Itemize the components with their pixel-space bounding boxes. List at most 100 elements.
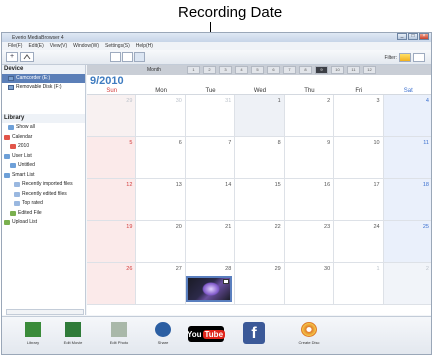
filter-controls: Filter: — [385, 53, 425, 62]
calendar-day-cell[interactable]: 19 — [87, 221, 137, 263]
maximize-button[interactable]: □ — [408, 33, 418, 40]
window-controls: _ □ × — [397, 33, 429, 40]
tool-icon[interactable] — [20, 52, 34, 62]
month-cell[interactable]: 2 — [203, 66, 216, 74]
month-cell[interactable]: 9 — [315, 66, 328, 74]
grid-view-icon[interactable] — [110, 52, 121, 62]
calendar-day-cell[interactable]: 8 — [235, 137, 285, 179]
library-item[interactable]: 2010 — [2, 142, 85, 152]
library-tree: Show all Calendar 2010 User List Untitled Sma… — [2, 123, 85, 228]
calendar-day-cell[interactable]: 9 — [284, 137, 335, 179]
month-cell[interactable]: 12 — [363, 66, 376, 74]
edit-movie-action[interactable]: Edit Movie — [56, 320, 90, 354]
month-cell[interactable]: 8 — [299, 66, 312, 74]
menu-help[interactable]: Help(H) — [136, 43, 153, 49]
list-view-icon[interactable] — [122, 52, 133, 62]
library-item[interactable]: Untitled — [2, 161, 85, 171]
calendar-day-cell[interactable]: 16 — [284, 179, 335, 221]
app-window: Everio MediaBrowser 4 _ □ × File(F) Edit… — [1, 32, 432, 355]
calendar-day-cell[interactable]: 6 — [136, 137, 186, 179]
library-item[interactable]: User List — [2, 152, 85, 162]
device-removable-disk[interactable]: Removable Disk (F:) — [2, 83, 85, 92]
calendar-day-cell[interactable]: 20 — [136, 221, 186, 263]
youtube-upload-button[interactable]: You Tube — [187, 326, 226, 342]
calendar-day-cell[interactable]: 17 — [334, 179, 384, 221]
calendar-day-cell[interactable]: 1 — [235, 95, 285, 137]
library-item[interactable]: Recently edited files — [2, 190, 85, 200]
weekday-label: Sun — [106, 88, 118, 94]
library-item[interactable]: Smart List — [2, 171, 85, 181]
library-item[interactable]: Recently imported files — [2, 180, 85, 190]
share-action[interactable]: Share — [146, 320, 180, 354]
menu-settings[interactable]: Settings(S) — [105, 43, 130, 49]
day-number: 26 — [126, 266, 133, 272]
calendar-day-cell[interactable]: 22 — [235, 221, 285, 263]
calendar-day-cell[interactable]: 2 — [284, 95, 335, 137]
month-cell[interactable]: 11 — [347, 66, 360, 74]
calendar-day-cell[interactable]: 21 — [185, 221, 236, 263]
library-item[interactable]: Top rated — [2, 199, 85, 209]
calendar-day-cell[interactable]: 18 — [383, 179, 431, 221]
menu-window[interactable]: Window(W) — [73, 43, 99, 49]
month-cell[interactable]: 3 — [219, 66, 232, 74]
calendar-day-cell[interactable]: 24 — [334, 221, 384, 263]
month-cell[interactable]: 6 — [267, 66, 280, 74]
calendar-day-cell[interactable]: 15 — [235, 179, 285, 221]
menu-edit[interactable]: Edit(E) — [28, 43, 43, 49]
month-cell[interactable]: 4 — [235, 66, 248, 74]
library-item[interactable]: Show all — [2, 123, 85, 133]
calendar-day-cell[interactable]: 4 — [383, 95, 431, 137]
calendar-day-cell[interactable]: 29 — [87, 95, 137, 137]
calendar-day-cell[interactable]: 28 — [185, 263, 236, 305]
calendar-day-cell[interactable]: 12 — [87, 179, 137, 221]
library-item[interactable]: Upload List — [2, 218, 85, 228]
library-item[interactable]: Edited File — [2, 209, 85, 219]
calendar-day-cell[interactable]: 11 — [383, 137, 431, 179]
calendar-day-cell[interactable]: 25 — [383, 221, 431, 263]
edit-photo-action[interactable]: Edit Photo — [102, 320, 136, 354]
folder-icon — [4, 153, 10, 159]
share-icon — [155, 322, 171, 337]
day-number: 29 — [274, 266, 281, 272]
create-disc-action[interactable]: Create Disc — [292, 320, 326, 354]
calendar-pane: Month 1 2 3 4 5 6 7 8 9 10 11 12 9/2010 Sun Mon Tue We… — [87, 65, 431, 315]
calendar-day-cell[interactable]: 10 — [334, 137, 384, 179]
calendar-day-cell[interactable]: 3 — [334, 95, 384, 137]
device-camcorder[interactable]: Camcorder (E:) — [2, 74, 85, 83]
calendar-day-cell[interactable]: 1 — [334, 263, 384, 305]
video-thumbnail[interactable] — [185, 276, 232, 302]
month-cell[interactable]: 5 — [251, 66, 264, 74]
filter-type-icon[interactable] — [413, 53, 425, 62]
month-cell[interactable]: 1 — [187, 66, 200, 74]
close-button[interactable]: × — [419, 33, 429, 40]
calendar-day-cell[interactable]: 7 — [185, 137, 236, 179]
month-cell[interactable]: 7 — [283, 66, 296, 74]
view-mode-label[interactable]: Month — [147, 66, 167, 74]
calendar-day-cell[interactable]: 29 — [235, 263, 285, 305]
calendar-view-icon[interactable] — [134, 52, 145, 62]
weekday-label: Thu — [304, 88, 315, 94]
day-number: 31 — [225, 98, 232, 104]
facebook-upload-button[interactable]: f — [243, 322, 265, 344]
calendar-day-cell[interactable]: 2 — [383, 263, 431, 305]
filter-folder-icon[interactable] — [399, 53, 411, 62]
calendar-day-cell[interactable]: 30 — [136, 95, 186, 137]
create-disc-label: Create Disc — [298, 340, 320, 345]
day-number: 11 — [423, 140, 429, 146]
calendar-day-cell[interactable]: 27 — [136, 263, 186, 305]
add-button[interactable]: + — [6, 52, 18, 62]
menu-file[interactable]: File(F) — [8, 43, 22, 49]
library-action[interactable]: Library — [16, 320, 50, 354]
library-item[interactable]: Calendar — [2, 133, 85, 143]
month-cell[interactable]: 10 — [331, 66, 344, 74]
minimize-button[interactable]: _ — [397, 33, 407, 40]
calendar-day-cell[interactable]: 30 — [284, 263, 335, 305]
calendar-day-cell[interactable]: 26 — [87, 263, 137, 305]
calendar-day-cell[interactable]: 13 — [136, 179, 186, 221]
calendar-day-cell[interactable]: 23 — [284, 221, 335, 263]
menu-view[interactable]: View(V) — [50, 43, 67, 49]
calendar-day-cell[interactable]: 5 — [87, 137, 137, 179]
calendar-day-cell[interactable]: 31 — [185, 95, 236, 137]
calendar-day-cell[interactable]: 14 — [185, 179, 236, 221]
sidebar-scrollbar[interactable] — [6, 309, 84, 315]
